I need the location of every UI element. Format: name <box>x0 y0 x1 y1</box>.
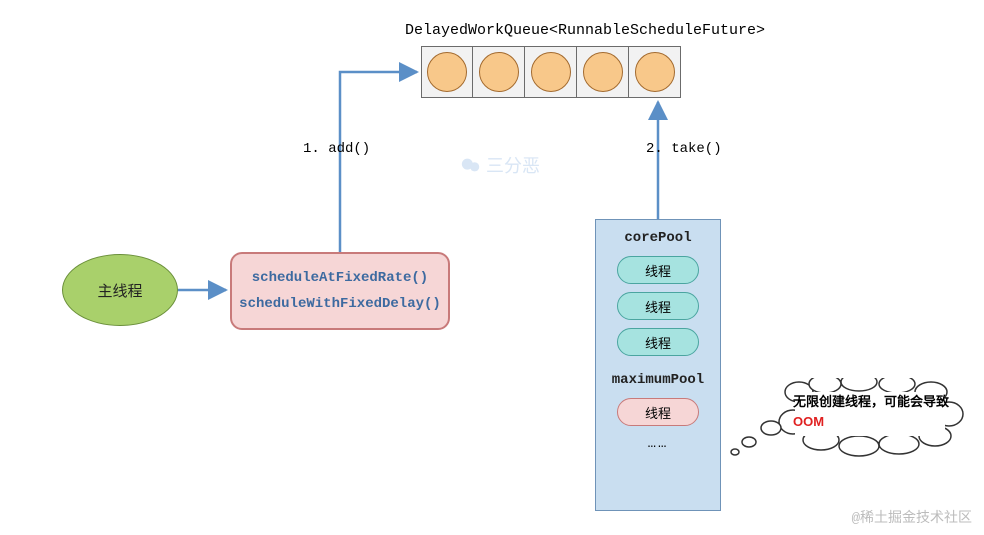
delayed-work-queue <box>421 46 681 98</box>
edge-label-take: 2. take() <box>646 141 722 157</box>
main-thread-label: 主线程 <box>97 280 142 301</box>
queue-task-icon <box>531 52 571 92</box>
scheduler-node: scheduleAtFixedRate() scheduleWithFixedD… <box>230 252 450 330</box>
thought-text: 无限创建线程，可能会导致 OOM <box>793 392 953 431</box>
thought-oom: OOM <box>793 414 824 429</box>
queue-slot <box>421 46 473 98</box>
queue-task-icon <box>479 52 519 92</box>
queue-slot <box>473 46 525 98</box>
core-thread: 线程 <box>617 328 699 356</box>
scheduler-method-1: scheduleAtFixedRate() <box>252 270 428 286</box>
main-thread-node: 主线程 <box>62 254 178 326</box>
queue-task-icon <box>427 52 467 92</box>
thread-pool-node: corePool 线程 线程 线程 maximumPool 线程 …… <box>595 219 721 511</box>
max-pool-label: maximumPool <box>612 372 704 388</box>
queue-slot <box>577 46 629 98</box>
queue-slot <box>525 46 577 98</box>
cloud-trail-icon <box>727 418 787 458</box>
max-thread: 线程 <box>617 398 699 426</box>
core-pool-label: corePool <box>624 230 691 246</box>
queue-task-icon <box>635 52 675 92</box>
wechat-icon <box>460 154 482 176</box>
thought-prefix: 无限创建线程，可能会导致 <box>793 394 949 409</box>
watermark-site: @稀土掘金技术社区 <box>852 507 972 527</box>
watermark-author: 三分恶 <box>460 152 540 178</box>
watermark-author-text: 三分恶 <box>486 152 540 178</box>
queue-title: DelayedWorkQueue<RunnableScheduleFuture> <box>400 22 770 39</box>
queue-task-icon <box>583 52 623 92</box>
pool-ellipsis: …… <box>648 436 669 452</box>
queue-slot <box>629 46 681 98</box>
thought-bubble: 无限创建线程，可能会导致 OOM <box>775 378 965 450</box>
edge-label-add: 1. add() <box>303 141 370 157</box>
scheduler-method-2: scheduleWithFixedDelay() <box>239 296 441 312</box>
core-thread: 线程 <box>617 292 699 320</box>
core-thread: 线程 <box>617 256 699 284</box>
